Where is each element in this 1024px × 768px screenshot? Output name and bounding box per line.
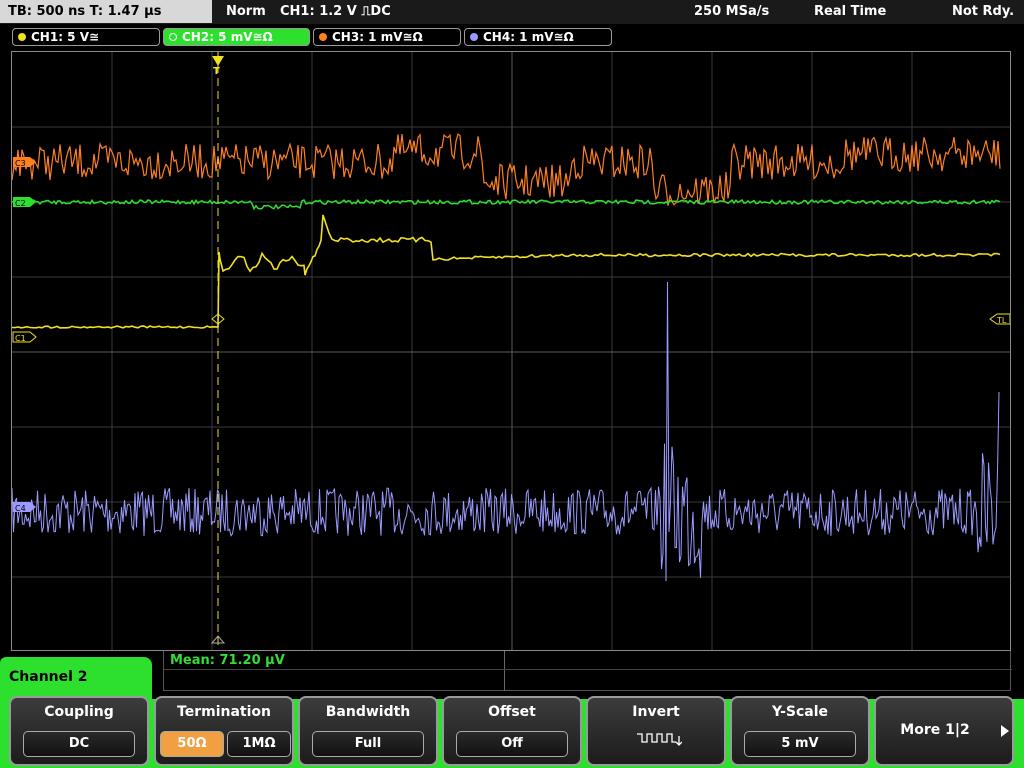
sample-rate: 250 MSa/s — [694, 4, 770, 19]
timebase-readout[interactable]: TB: 500 ns T: 1.47 µs — [0, 0, 212, 23]
trigger-t-marker: T — [213, 66, 220, 77]
waveform-display[interactable]: T C3 C2 C1 C4 TL — [11, 51, 1011, 651]
tab-ch3[interactable]: CH3: 1 mV≅Ω — [313, 28, 461, 46]
ch2-trace — [12, 198, 1001, 211]
invert-label: Invert — [632, 704, 680, 720]
ch2-color-dot — [169, 33, 177, 41]
ch1-color-dot — [18, 33, 26, 41]
trigger-state: Not Rdy. — [952, 4, 1015, 19]
bandwidth-label: Bandwidth — [325, 704, 411, 720]
invert-softkey[interactable]: Invert — [586, 696, 726, 766]
ch1-marker-label: C1 — [15, 334, 26, 343]
mean-measurement: Mean: 71.20 µV — [170, 653, 285, 668]
ch1-ground-marker[interactable]: C1 — [12, 331, 37, 343]
coupling-value[interactable]: DC — [23, 731, 135, 757]
offset-label: Offset — [488, 704, 536, 720]
termination-label: Termination — [177, 704, 271, 720]
ch3-marker-label: C3 — [15, 159, 26, 168]
tab-ch4[interactable]: CH4: 1 mV≅Ω — [464, 28, 612, 46]
tab-ch4-label: CH4: 1 mV≅Ω — [483, 30, 574, 44]
coupling-label: Coupling — [44, 704, 114, 720]
tab-ch1-label: CH1: 5 V≅ — [31, 30, 100, 44]
yscale-value[interactable]: 5 mV — [744, 731, 856, 757]
traces — [12, 133, 1001, 582]
bandwidth-value[interactable]: Full — [312, 731, 424, 757]
acquisition-mode: Real Time — [814, 4, 887, 19]
coupling-softkey[interactable]: Coupling DC — [9, 696, 149, 766]
ch3-color-dot — [319, 33, 327, 41]
termination-50ohm-option[interactable]: 50Ω — [160, 731, 224, 757]
tab-ch1[interactable]: CH1: 5 V≅ — [12, 28, 160, 46]
more-softkey[interactable]: More 1|2 — [874, 696, 1014, 766]
trigger-level-label: TL — [996, 316, 1007, 325]
measurement-readout: Mean: 71.20 µV — [163, 651, 1012, 691]
ch2-marker-label: C2 — [15, 199, 26, 208]
offset-softkey[interactable]: Offset Off — [442, 696, 582, 766]
termination-softkey[interactable]: Termination 50Ω 1MΩ — [154, 696, 294, 766]
ch3-ground-marker[interactable]: C3 — [13, 157, 36, 168]
offset-value[interactable]: Off — [456, 731, 568, 757]
trigger-mode[interactable]: Norm — [226, 0, 266, 24]
trigger-position-marker[interactable] — [212, 56, 224, 66]
yscale-label: Y-Scale — [771, 704, 828, 720]
ch4-color-dot — [470, 33, 478, 41]
next-page-icon — [1001, 725, 1009, 737]
ch4-marker-label: C4 — [15, 504, 26, 513]
bandwidth-softkey[interactable]: Bandwidth Full — [298, 696, 438, 766]
ch2-ground-marker[interactable]: C2 — [13, 197, 36, 208]
tab-ch3-label: CH3: 1 mV≅Ω — [332, 30, 423, 44]
waveform-canvas: T C3 C2 C1 C4 TL — [12, 52, 1010, 650]
termination-1mohm-option[interactable]: 1MΩ — [227, 731, 291, 757]
trigger-level-marker[interactable]: TL — [989, 313, 1010, 325]
tab-ch2-label: CH2: 5 mV≅Ω — [182, 30, 273, 44]
menu-title: Channel 2 — [0, 657, 152, 699]
graticule — [12, 52, 1010, 650]
tab-ch2[interactable]: CH2: 5 mV≅Ω — [163, 28, 310, 46]
ch3-trace — [12, 133, 1001, 206]
status-bar: TB: 500 ns T: 1.47 µs Norm CH1: 1.2 V ⎍D… — [0, 0, 1024, 24]
trigger-readout[interactable]: CH1: 1.2 V ⎍DC — [280, 0, 391, 24]
readout-rule — [164, 669, 1012, 670]
yscale-softkey[interactable]: Y-Scale 5 mV — [730, 696, 870, 766]
readout-divider — [504, 651, 505, 691]
more-label: More 1|2 — [900, 722, 970, 738]
ch1-trace — [12, 214, 1001, 329]
invert-waveform-icon — [637, 733, 682, 746]
